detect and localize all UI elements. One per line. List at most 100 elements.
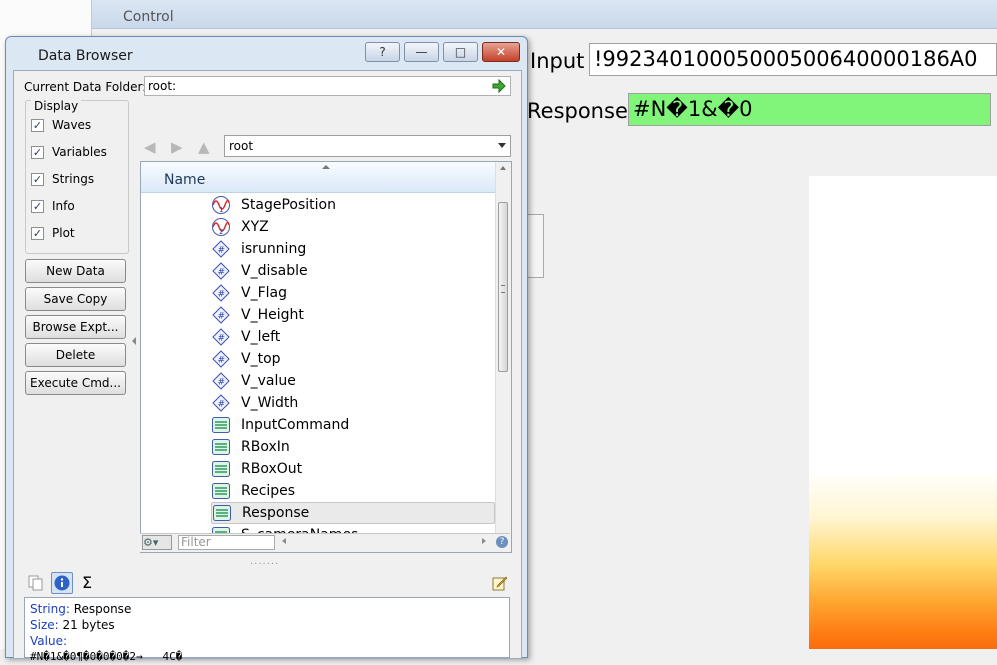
scroll-left-icon[interactable] (282, 538, 286, 544)
tree-item-label: StagePosition (241, 197, 336, 213)
tree-vertical-scrollbar[interactable] (495, 162, 511, 552)
tree-header-name[interactable]: Name (141, 162, 495, 193)
scrollbar-thumb[interactable] (498, 202, 508, 372)
save-copy-button[interactable]: Save Copy (25, 287, 126, 311)
svg-text:#: # (218, 356, 226, 366)
info-type-value: Response (73, 602, 132, 616)
maximize-button[interactable]: □ (443, 42, 478, 62)
splitter-collapse-icon[interactable] (132, 337, 136, 345)
tree-item-v-width[interactable]: # V_Width (211, 392, 495, 414)
execute-cmd-button[interactable]: Execute Cmd... (25, 371, 126, 395)
gear-menu-button[interactable]: ⚙▾ (142, 535, 172, 550)
variables-label: Variables (52, 145, 107, 159)
svg-text:#: # (218, 334, 226, 344)
display-group-label: Display (31, 99, 82, 113)
pane-resize-grip-icon[interactable]: ······· (250, 559, 279, 570)
info-label: Info (52, 199, 75, 213)
grip-icon (501, 285, 505, 293)
tree-item-isrunning[interactable]: # isrunning (211, 238, 495, 260)
numeric-variable-icon: # (212, 350, 230, 368)
tree-item-recipes[interactable]: Recipes (211, 480, 495, 502)
tree-item-label: V_Width (241, 395, 299, 411)
tree-item-label: V_top (241, 351, 281, 367)
tree-item-stageposition[interactable]: 1 StagePosition (211, 194, 495, 216)
delete-button[interactable]: Delete (25, 343, 126, 367)
strings-label: Strings (52, 172, 95, 186)
string-variable-icon (212, 439, 230, 455)
variables-option[interactable]: ✓ Variables (31, 143, 107, 161)
tree-header-label: Name (164, 172, 206, 188)
svg-text:#: # (218, 400, 226, 410)
control-title-bar[interactable]: Control (92, 0, 997, 29)
filter-placeholder: Filter (181, 535, 211, 549)
up-arrow-icon[interactable]: ▲ (198, 138, 210, 156)
info-type-line: String: Response (30, 601, 504, 617)
forward-arrow-icon[interactable]: ▶ (171, 138, 183, 156)
copy-icon[interactable] (28, 575, 44, 591)
current-folder-value: root: (148, 79, 177, 93)
strings-checkbox[interactable]: ✓ (31, 172, 44, 186)
tree-item-label: XYZ (241, 219, 269, 235)
strings-option[interactable]: ✓ Strings (31, 170, 94, 188)
tree-item-v-flag[interactable]: # V_Flag (211, 282, 495, 304)
variables-checkbox[interactable]: ✓ (31, 145, 44, 159)
current-folder-label: Current Data Folder: (24, 80, 147, 94)
close-button[interactable]: ✕ (482, 42, 520, 62)
browse-expt-button[interactable]: Browse Expt... (25, 315, 126, 339)
svg-text:#: # (218, 378, 226, 388)
help-button[interactable]: ? (365, 42, 400, 62)
folder-select-value: root (229, 139, 254, 153)
data-tree[interactable]: Name 1 StagePosition 2 XYZ # isrunning #… (140, 161, 512, 553)
svg-text:#: # (218, 312, 226, 322)
string-variable-icon (212, 461, 230, 477)
scroll-right-icon[interactable] (482, 538, 486, 544)
numeric-variable-icon: # (212, 240, 230, 258)
tree-item-label: RBoxIn (241, 439, 290, 455)
scroll-up-icon[interactable] (500, 166, 506, 170)
tree-item-rboxout[interactable]: RBoxOut (211, 458, 495, 480)
sigma-icon[interactable]: Σ (82, 573, 92, 592)
plot-option[interactable]: ✓ Plot (31, 224, 75, 242)
minimize-button[interactable]: — (404, 42, 439, 62)
string-variable-icon (213, 505, 231, 521)
tree-item-v-height[interactable]: # V_Height (211, 304, 495, 326)
filter-input[interactable]: Filter (178, 535, 275, 550)
go-arrow-icon[interactable] (492, 79, 506, 93)
tree-item-label: Recipes (241, 483, 296, 499)
tree-item-label: V_Flag (241, 285, 287, 301)
back-arrow-icon[interactable]: ◀ (144, 138, 156, 156)
svg-text:2: 2 (219, 228, 223, 236)
plot-checkbox[interactable]: ✓ (31, 226, 44, 240)
tree-item-v-left[interactable]: # V_left (211, 326, 495, 348)
info-option[interactable]: ✓ Info (31, 197, 75, 215)
waves-label: Waves (52, 118, 92, 132)
waves-checkbox[interactable]: ✓ (31, 118, 44, 132)
tree-item-rboxin[interactable]: RBoxIn (211, 436, 495, 458)
tree-item-label: V_Height (241, 307, 304, 323)
tree-item-xyz[interactable]: 2 XYZ (211, 216, 495, 238)
input-field[interactable]: !99234010005000500640000186A0 (589, 43, 997, 76)
current-folder-field[interactable]: root: (144, 76, 511, 96)
data-browser-title: Data Browser (38, 48, 133, 64)
tree-item-v-top[interactable]: # V_top (211, 348, 495, 370)
info-button[interactable] (51, 572, 73, 594)
new-data-folder-button[interactable]: New Data Folder (25, 259, 126, 300)
tree-item-v-disable[interactable]: # V_disable (211, 260, 495, 282)
numeric-variable-icon: # (212, 262, 230, 280)
help-icon[interactable]: ? (496, 536, 508, 548)
tree-item-v-value[interactable]: # V_value (211, 370, 495, 392)
data-browser-window: Data Browser ? — □ ✕ Current Data Folder… (5, 36, 528, 663)
response-field[interactable]: #N�1&�0 (628, 93, 991, 126)
info-checkbox[interactable]: ✓ (31, 199, 44, 213)
tree-item-label: InputCommand (241, 417, 350, 433)
tree-item-inputcommand[interactable]: InputCommand (211, 414, 495, 436)
response-label: Response (527, 99, 628, 123)
info-type-key: String: (30, 602, 70, 616)
control-side-tab[interactable] (528, 214, 544, 278)
display-group: Display ✓ Waves ✓ Variables ✓ Strings ✓ … (25, 99, 129, 254)
data-browser-body: Current Data Folder: root: Display ✓ Wav… (13, 70, 522, 663)
edit-note-icon[interactable] (492, 575, 508, 591)
folder-select[interactable]: root (224, 135, 511, 157)
waves-option[interactable]: ✓ Waves (31, 116, 91, 134)
tree-item-response[interactable]: Response (211, 502, 495, 524)
